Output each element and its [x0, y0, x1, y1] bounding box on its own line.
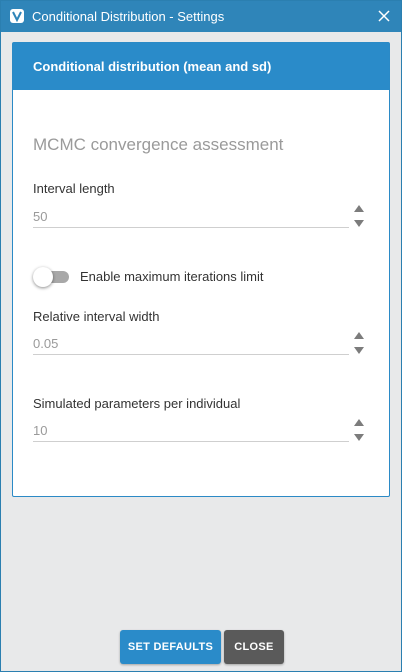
app-logo-icon	[10, 9, 24, 23]
increment-arrow-icon[interactable]	[354, 419, 364, 426]
simulated-parameters-stepper	[353, 417, 365, 445]
max-iterations-toggle[interactable]	[33, 267, 69, 287]
decrement-arrow-icon[interactable]	[354, 220, 364, 227]
close-window-icon[interactable]	[375, 7, 393, 25]
panel-header: Conditional distribution (mean and sd)	[13, 43, 389, 90]
interval-length-input[interactable]	[33, 205, 349, 228]
decrement-arrow-icon[interactable]	[354, 347, 364, 354]
toggle-knob	[33, 267, 53, 287]
close-button[interactable]: CLOSE	[224, 630, 284, 664]
increment-arrow-icon[interactable]	[354, 205, 364, 212]
simulated-parameters-label: Simulated parameters per individual	[33, 396, 241, 411]
interval-length-stepper	[353, 203, 365, 231]
relative-interval-width-input[interactable]	[33, 332, 349, 355]
window-title: Conditional Distribution - Settings	[32, 9, 225, 24]
section-title: MCMC convergence assessment	[33, 135, 284, 154]
interval-length-label: Interval length	[33, 181, 115, 196]
panel-title: Conditional distribution (mean and sd)	[33, 59, 272, 74]
title-bar: Conditional Distribution - Settings	[1, 1, 401, 32]
settings-panel: Conditional distribution (mean and sd) M…	[12, 42, 390, 497]
increment-arrow-icon[interactable]	[354, 332, 364, 339]
decrement-arrow-icon[interactable]	[354, 434, 364, 441]
relative-interval-width-label: Relative interval width	[33, 309, 160, 324]
settings-window: Conditional Distribution - Settings Cond…	[0, 0, 402, 672]
relative-interval-width-stepper	[353, 330, 365, 358]
set-defaults-button[interactable]: SET DEFAULTS	[120, 630, 221, 664]
max-iterations-label: Enable maximum iterations limit	[80, 269, 264, 284]
simulated-parameters-input[interactable]	[33, 419, 349, 442]
